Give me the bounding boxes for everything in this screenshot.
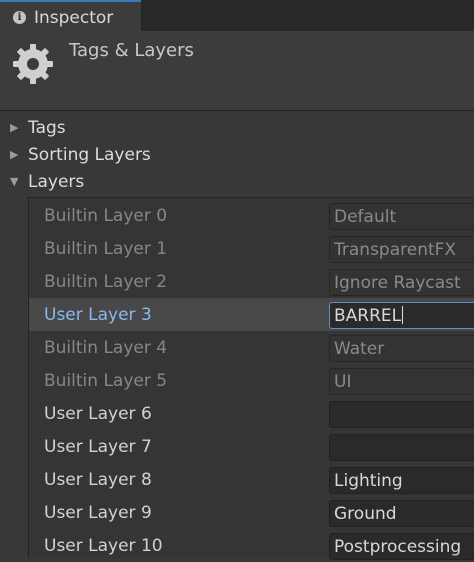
layers-list: Builtin Layer 0 Default Builtin Layer 1 … bbox=[28, 197, 474, 560]
foldout-label: Layers bbox=[28, 172, 85, 192]
layer-label: User Layer 6 bbox=[44, 404, 152, 424]
layer-name-value: TransparentFX bbox=[334, 240, 457, 260]
foldout-label: Sorting Layers bbox=[28, 145, 151, 165]
foldout-sorting-layers[interactable]: ▶ Sorting Layers bbox=[10, 145, 151, 165]
foldout-layers[interactable]: ▼ Layers bbox=[10, 172, 84, 192]
layer-label: Builtin Layer 0 bbox=[44, 206, 168, 226]
layer-name-value: BARREL bbox=[334, 306, 404, 326]
layer-label: User Layer 8 bbox=[44, 470, 152, 490]
layer-row: Builtin Layer 5 UI bbox=[29, 364, 474, 397]
layer-name-value: Ground bbox=[334, 504, 397, 524]
layer-row: Builtin Layer 0 Default bbox=[29, 199, 474, 232]
triangle-right-icon: ▶ bbox=[10, 121, 19, 134]
layer-name-field: Ignore Raycast bbox=[329, 269, 474, 296]
gear-icon bbox=[13, 44, 53, 84]
layer-label: User Layer 10 bbox=[44, 536, 163, 556]
layer-name-field: UI bbox=[329, 368, 474, 395]
layer-name-field: Default bbox=[329, 203, 474, 230]
layer-row: Builtin Layer 1 TransparentFX bbox=[29, 232, 474, 265]
inspector-header: Tags & Layers bbox=[0, 31, 474, 111]
layer-name-value: Ignore Raycast bbox=[334, 273, 461, 293]
layer-label: Builtin Layer 4 bbox=[44, 338, 168, 358]
text-cursor bbox=[402, 306, 404, 324]
tab-inspector[interactable]: i Inspector bbox=[0, 0, 141, 31]
layer-label: User Layer 9 bbox=[44, 503, 152, 523]
layer-name-value: UI bbox=[334, 372, 352, 392]
layer-name-value: Lighting bbox=[334, 471, 403, 491]
layer-label: Builtin Layer 1 bbox=[44, 239, 168, 259]
tab-label: Inspector bbox=[34, 8, 114, 28]
layer-row: User Layer 7 bbox=[29, 430, 474, 463]
layer-name-field[interactable] bbox=[329, 434, 474, 461]
layer-name-field: TransparentFX bbox=[329, 236, 474, 263]
layer-row: Builtin Layer 4 Water bbox=[29, 331, 474, 364]
layer-row: User Layer 8 Lighting bbox=[29, 463, 474, 496]
header-title: Tags & Layers bbox=[69, 40, 194, 61]
layer-name-field[interactable] bbox=[329, 401, 474, 428]
tab-bar: i Inspector bbox=[0, 0, 474, 31]
layer-name-field[interactable]: Postprocessing bbox=[329, 533, 474, 560]
layer-label: User Layer 3 bbox=[44, 305, 152, 325]
info-icon: i bbox=[13, 11, 26, 24]
foldout-label: Tags bbox=[28, 118, 66, 138]
foldout-tags[interactable]: ▶ Tags bbox=[10, 118, 66, 138]
triangle-right-icon: ▶ bbox=[10, 148, 19, 161]
layer-label: Builtin Layer 2 bbox=[44, 272, 168, 292]
layer-label: User Layer 7 bbox=[44, 437, 152, 457]
triangle-down-icon: ▼ bbox=[10, 175, 19, 188]
layer-name-field[interactable]: Ground bbox=[329, 500, 474, 527]
layer-name-field[interactable]: Lighting bbox=[329, 467, 474, 494]
layer-name-field[interactable]: BARREL bbox=[329, 302, 474, 329]
layer-name-value: Postprocessing bbox=[334, 537, 462, 557]
layer-name-field: Water bbox=[329, 335, 474, 362]
layer-row: User Layer 3 BARREL bbox=[29, 298, 474, 331]
layer-label: Builtin Layer 5 bbox=[44, 371, 168, 391]
layer-name-value: Water bbox=[334, 339, 385, 359]
layer-row: User Layer 6 bbox=[29, 397, 474, 430]
layer-row: User Layer 9 Ground bbox=[29, 496, 474, 529]
layer-name-value: Default bbox=[334, 207, 397, 227]
layer-row: Builtin Layer 2 Ignore Raycast bbox=[29, 265, 474, 298]
layer-row: User Layer 10 Postprocessing bbox=[29, 529, 474, 562]
